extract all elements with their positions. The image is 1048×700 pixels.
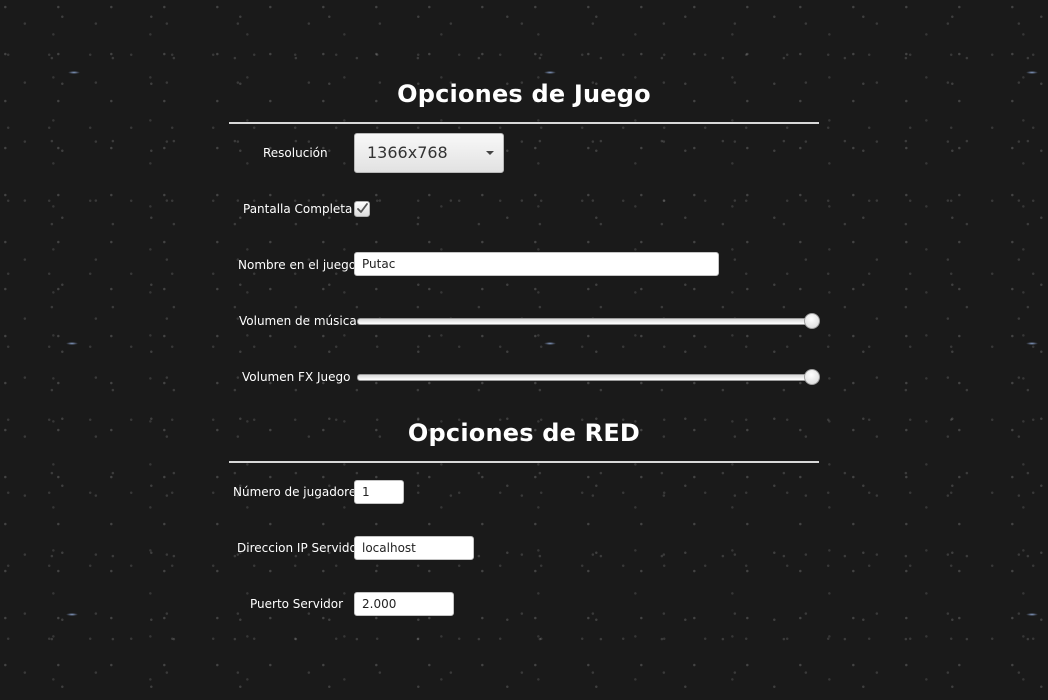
fullscreen-label: Pantalla Completa (243, 202, 353, 216)
star-glint (68, 71, 80, 74)
server-port-input[interactable] (354, 592, 454, 616)
fx-volume-label: Volumen FX Juego (242, 370, 351, 384)
fullscreen-checkbox[interactable] (354, 201, 370, 217)
fx-volume-track (357, 374, 819, 381)
player-name-label: Nombre en el juego (238, 258, 357, 272)
server-ip-label: Direccion IP Servidor (237, 541, 362, 555)
music-volume-slider[interactable] (357, 313, 820, 329)
chevron-down-icon (486, 151, 494, 155)
server-ip-input[interactable] (354, 536, 474, 560)
network-options-title: Opciones de RED (407, 419, 641, 447)
music-volume-track (357, 318, 819, 325)
resolution-label: Resolución (263, 146, 328, 160)
num-players-input[interactable] (354, 480, 404, 504)
star-glint (66, 342, 78, 345)
fx-volume-slider[interactable] (357, 369, 820, 385)
star-glint (544, 71, 556, 74)
star-glint (66, 613, 78, 616)
music-volume-thumb[interactable] (804, 313, 820, 329)
star-glint (544, 342, 556, 345)
star-glint (1026, 342, 1038, 345)
star-glint (1026, 613, 1038, 616)
resolution-select[interactable]: 1366x768 (354, 133, 504, 173)
num-players-label: Número de jugadores (233, 485, 363, 499)
server-port-label: Puerto Servidor (250, 597, 344, 611)
player-name-input[interactable] (354, 252, 719, 276)
music-volume-label: Volumen de música (239, 314, 357, 328)
star-glint (1026, 71, 1038, 74)
resolution-select-value: 1366x768 (367, 143, 448, 162)
game-options-title: Opciones de Juego (397, 80, 651, 108)
game-options-divider (229, 122, 819, 124)
checkmark-icon (357, 203, 368, 213)
network-options-divider (229, 461, 819, 463)
fx-volume-thumb[interactable] (804, 369, 820, 385)
